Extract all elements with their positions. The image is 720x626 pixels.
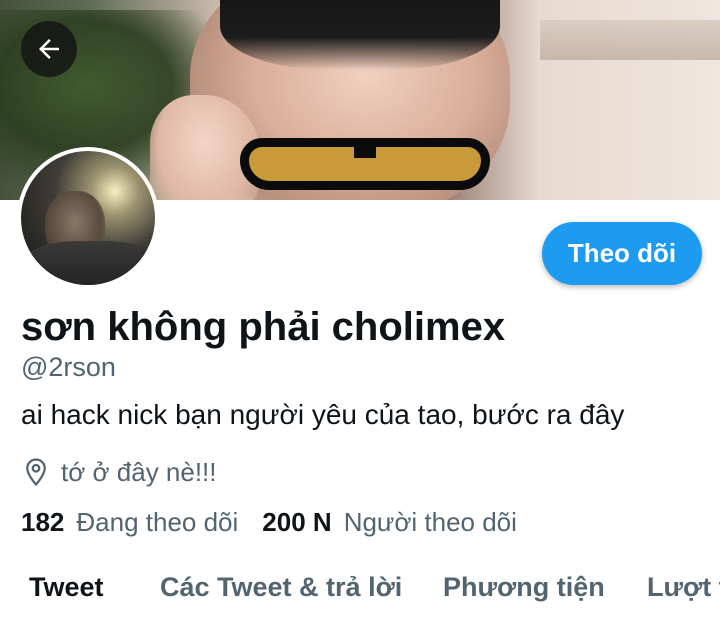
followers-label: Người theo dõi	[343, 507, 517, 537]
user-handle: @2rson	[21, 352, 116, 382]
display-name: sơn không phải cholimex	[21, 305, 506, 349]
tab-media[interactable]: Phương tiện	[443, 572, 605, 603]
following-link[interactable]: 182 Đang theo dõi	[21, 507, 238, 538]
banner-sunglasses	[240, 138, 490, 190]
avatar[interactable]	[17, 147, 159, 289]
banner-hair	[220, 0, 500, 70]
location-pin-icon	[26, 458, 46, 487]
followers-count: 200 N	[262, 507, 332, 537]
profile-location: tớ ở đây nè!!!	[21, 455, 217, 489]
tab-likes[interactable]: Lượt thích	[647, 572, 720, 603]
following-count: 182	[21, 507, 65, 537]
profile-stats: 182 Đang theo dõi 200 N Người theo dõi	[21, 507, 517, 538]
avatar-image	[21, 151, 155, 285]
followers-link[interactable]: 200 N Người theo dõi	[262, 507, 517, 538]
back-button[interactable]	[21, 21, 77, 77]
profile-bio: ai hack nick bạn người yêu của tao, bước…	[21, 399, 625, 430]
tab-tweets[interactable]: Tweet	[29, 572, 104, 603]
banner-shelf	[540, 20, 720, 60]
follow-button[interactable]: Theo dõi	[542, 222, 702, 285]
profile-tabs: Tweet Các Tweet & trả lời Phương tiện Lư…	[0, 570, 720, 626]
location-text: tớ ở đây nè!!!	[61, 456, 217, 487]
following-label: Đang theo dõi	[76, 507, 239, 537]
tab-tweets-and-replies[interactable]: Các Tweet & trả lời	[160, 572, 402, 603]
arrow-left-icon	[39, 39, 59, 59]
